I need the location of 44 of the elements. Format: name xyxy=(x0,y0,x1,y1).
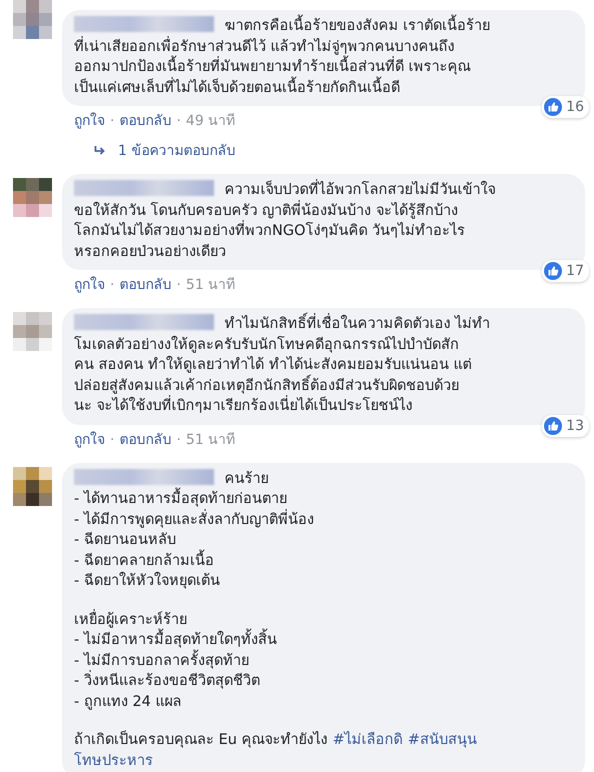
thumbs-up-icon xyxy=(544,262,562,280)
like-count-badge[interactable]: 16 xyxy=(542,96,589,118)
like-count: 17 xyxy=(566,262,584,280)
like-link[interactable]: ถูกใจ xyxy=(74,276,105,294)
like-link[interactable]: ถูกใจ xyxy=(74,112,105,130)
separator-dot: · xyxy=(176,430,181,448)
comment-text: ถ้าเกิดเป็นครอบคุณละ Eu คุณจะทำยังไง xyxy=(74,729,328,750)
reply-link[interactable]: ตอบกลับ xyxy=(119,430,172,448)
separator-dot: · xyxy=(176,112,181,130)
timestamp: 51 นาที xyxy=(186,276,236,294)
timestamp: 49 นาที xyxy=(186,112,236,130)
comment-text: ฆาตกรคือเนื้อร้ายของสังคม เราตัดเนื้อร้าย xyxy=(224,13,490,40)
thumbs-up-icon xyxy=(544,416,562,434)
hashtag-link[interactable]: โทษประหาร xyxy=(74,748,153,772)
separator-dot: · xyxy=(110,276,114,294)
separator-dot: · xyxy=(110,112,114,130)
comment-text: เป็นแค่เศษเล็บที่ไม่ได้เจ็บด้วยตอนเนื้อร้ายกัดกินเนื้อดี xyxy=(74,74,400,101)
timestamp: 51 นาที xyxy=(186,430,236,448)
thumbs-up-icon xyxy=(544,98,562,116)
like-count-badge[interactable]: 13 xyxy=(542,414,589,436)
comment-text: - ฉีดยานอนหลับ xyxy=(74,530,176,550)
comment-text: ทำไมนักสิทธิ์ที่เชื่อในความคิดตัวเอง ไม่ทำ xyxy=(224,311,490,338)
separator-dot: · xyxy=(176,276,181,294)
comment-text: คนร้าย xyxy=(224,470,269,488)
reply-link[interactable]: ตอบกลับ xyxy=(119,112,172,130)
like-link[interactable]: ถูกใจ xyxy=(74,430,105,448)
view-replies-link[interactable]: 1 ข้อความตอบกลับ xyxy=(118,142,236,160)
comment-text: - ฉีดยาให้หัวใจหยุดเต้น xyxy=(74,570,220,591)
hashtag-link[interactable]: #สนับสนุน xyxy=(408,727,477,754)
reply-link[interactable]: ตอบกลับ xyxy=(119,276,172,294)
comment-text: คน สองคน ทำให้ดูเลยว่าทำได้ ทำได้น่ะสังคมยอมรับแน่นอน แต่ xyxy=(74,354,472,374)
separator-dot: · xyxy=(110,430,114,448)
like-count: 16 xyxy=(566,98,584,116)
comment-text: โมเดลตัวอย่างงให้ดูละครับรับนักโทษคดีอุกฉกรรณ์ไปบำบัดสัก xyxy=(74,334,459,355)
comment-text: - ถูกแทง 24 แผล xyxy=(74,692,182,712)
like-count-badge[interactable]: 17 xyxy=(542,260,589,282)
comment-text: โลกมันไม่ได้สวยงามอย่างที่พวกNGOโง่ๆมันคิด วันๆไม่ทำอะไร xyxy=(74,218,466,244)
reply-arrow-icon xyxy=(94,146,106,156)
like-count: 13 xyxy=(566,416,584,434)
comment-text: หรอกคอยป่วนอย่างเดียว xyxy=(74,242,226,262)
comment-text: นะ จะได้ใช้งบที่เบิกๆมาเรียกร้องเนี่ยได้เป็นประโยชน์ไง xyxy=(74,393,413,420)
comment-text: - วิ่งหนีและร้องขอชีวิตสุดชีวิต xyxy=(74,668,260,694)
hashtag-link[interactable]: #ไม่เลือกดิ xyxy=(332,727,403,754)
comment-text: - ได้มีการพูดคุยและสั่งลากับญาติพี่น้อง xyxy=(74,506,314,533)
